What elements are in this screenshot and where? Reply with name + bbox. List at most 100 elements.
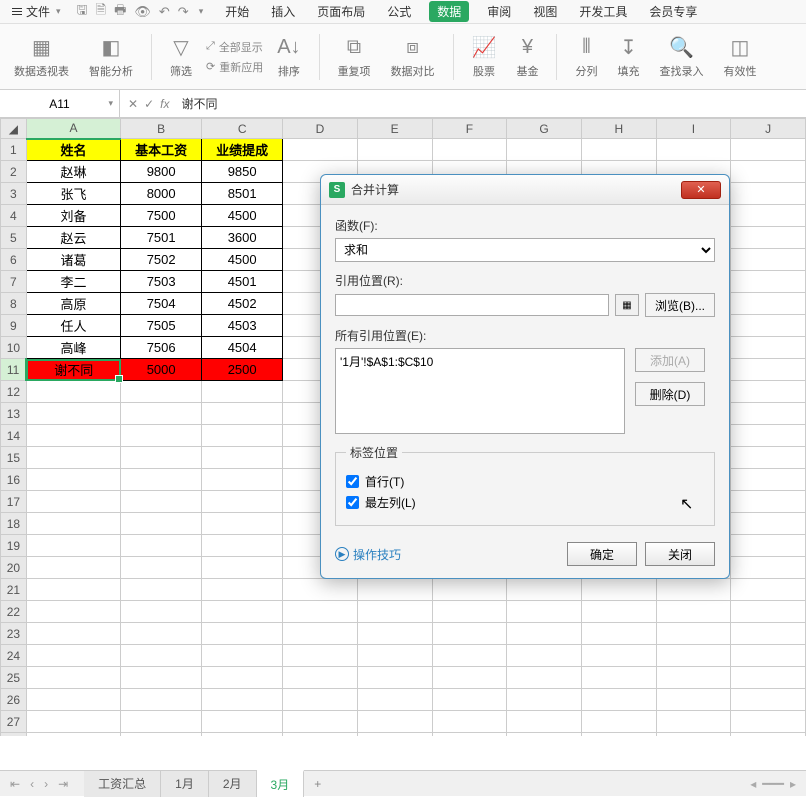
cell[interactable] xyxy=(26,535,120,557)
cell[interactable] xyxy=(507,601,582,623)
cell[interactable] xyxy=(357,645,432,667)
row-header[interactable]: 4 xyxy=(1,205,27,227)
cell[interactable] xyxy=(357,689,432,711)
col-header-A[interactable]: A xyxy=(26,119,120,139)
cell[interactable] xyxy=(121,557,202,579)
cell[interactable] xyxy=(731,315,806,337)
col-header-J[interactable]: J xyxy=(731,119,806,139)
cell[interactable] xyxy=(731,579,806,601)
cell[interactable] xyxy=(26,645,120,667)
tips-link[interactable]: ▶ 操作技巧 xyxy=(335,546,401,563)
cell[interactable] xyxy=(432,623,507,645)
cell[interactable]: 高峰 xyxy=(26,337,120,359)
cell[interactable] xyxy=(283,139,358,161)
cell[interactable] xyxy=(26,733,120,737)
cell[interactable] xyxy=(656,689,731,711)
cell[interactable]: 4500 xyxy=(202,249,283,271)
cancel-icon[interactable]: ✕ xyxy=(128,97,138,111)
cell[interactable] xyxy=(202,711,283,733)
cell[interactable] xyxy=(283,601,358,623)
cell[interactable] xyxy=(432,579,507,601)
cell[interactable] xyxy=(202,425,283,447)
row-header[interactable]: 27 xyxy=(1,711,27,733)
row-header[interactable]: 6 xyxy=(1,249,27,271)
tab-pagelayout[interactable]: 页面布局 xyxy=(313,1,369,22)
hscroll-right-icon[interactable]: ▸ xyxy=(790,777,796,791)
cell[interactable] xyxy=(656,139,731,161)
accept-icon[interactable]: ✓ xyxy=(144,97,154,111)
row-header[interactable]: 8 xyxy=(1,293,27,315)
row-header[interactable]: 10 xyxy=(1,337,27,359)
sheet-tab-feb[interactable]: 2月 xyxy=(209,771,257,797)
cell[interactable] xyxy=(121,403,202,425)
sheet-tab-jan[interactable]: 1月 xyxy=(161,771,209,797)
cell[interactable] xyxy=(121,513,202,535)
cell[interactable] xyxy=(731,337,806,359)
ribbon-analysis[interactable]: ◧智能分析 xyxy=(83,31,139,83)
cell[interactable] xyxy=(731,513,806,535)
cell[interactable] xyxy=(121,447,202,469)
row-header[interactable]: 9 xyxy=(1,315,27,337)
row-header[interactable]: 2 xyxy=(1,161,27,183)
cell[interactable] xyxy=(357,667,432,689)
row-header[interactable]: 14 xyxy=(1,425,27,447)
cell[interactable] xyxy=(731,623,806,645)
cell[interactable] xyxy=(202,645,283,667)
tab-formula[interactable]: 公式 xyxy=(383,1,415,22)
cell[interactable] xyxy=(202,447,283,469)
name-box[interactable]: ▾ xyxy=(0,90,120,117)
cell[interactable] xyxy=(581,689,656,711)
cell[interactable]: 7502 xyxy=(121,249,202,271)
cell[interactable] xyxy=(202,557,283,579)
cell[interactable] xyxy=(283,711,358,733)
cell[interactable] xyxy=(202,579,283,601)
undo-icon[interactable]: ↶ xyxy=(159,4,170,20)
cell[interactable] xyxy=(432,667,507,689)
sheet-nav-prev-icon[interactable]: ‹ xyxy=(26,777,38,791)
cell[interactable] xyxy=(121,491,202,513)
cell[interactable] xyxy=(581,579,656,601)
cell[interactable] xyxy=(202,469,283,491)
cell[interactable]: 谢不同 xyxy=(26,359,120,381)
sheet-tab-summary[interactable]: 工资汇总 xyxy=(84,771,161,797)
cell[interactable] xyxy=(731,733,806,737)
cell[interactable] xyxy=(283,645,358,667)
col-header-I[interactable]: I xyxy=(656,119,731,139)
save-icon[interactable]: 🖫 xyxy=(77,1,88,23)
cell[interactable] xyxy=(26,557,120,579)
col-header-B[interactable]: B xyxy=(121,119,202,139)
formula-value[interactable]: 谢不同 xyxy=(181,95,217,112)
cell[interactable] xyxy=(731,139,806,161)
cell[interactable] xyxy=(121,601,202,623)
cell[interactable]: 业绩提成 xyxy=(202,139,283,161)
ribbon-filter[interactable]: ▽筛选 xyxy=(164,31,198,83)
cell[interactable] xyxy=(731,689,806,711)
cell[interactable] xyxy=(283,667,358,689)
cell[interactable] xyxy=(26,623,120,645)
ribbon-valid[interactable]: ◫有效性 xyxy=(717,31,762,83)
cell[interactable] xyxy=(731,293,806,315)
cell[interactable] xyxy=(121,425,202,447)
cell[interactable]: 诸葛 xyxy=(26,249,120,271)
save-as-icon[interactable]: 🗎 xyxy=(96,1,106,23)
cell[interactable]: 4502 xyxy=(202,293,283,315)
tab-insert[interactable]: 插入 xyxy=(267,1,299,22)
tab-start[interactable]: 开始 xyxy=(221,1,253,22)
ribbon-split[interactable]: ⫴分列 xyxy=(569,31,603,83)
cell[interactable] xyxy=(432,711,507,733)
cell[interactable] xyxy=(26,403,120,425)
add-button[interactable]: 添加(A) xyxy=(635,348,705,372)
cell[interactable] xyxy=(202,623,283,645)
cell[interactable] xyxy=(731,359,806,381)
cell[interactable] xyxy=(26,667,120,689)
preview-icon[interactable]: 👁 xyxy=(134,4,151,20)
cell[interactable] xyxy=(507,711,582,733)
row-header[interactable]: 19 xyxy=(1,535,27,557)
cell[interactable] xyxy=(202,381,283,403)
cell[interactable] xyxy=(283,733,358,737)
file-menu[interactable]: 文件 ▾ xyxy=(6,1,67,22)
cell[interactable] xyxy=(26,711,120,733)
cell[interactable] xyxy=(357,623,432,645)
cell[interactable] xyxy=(656,711,731,733)
cell[interactable]: 4503 xyxy=(202,315,283,337)
